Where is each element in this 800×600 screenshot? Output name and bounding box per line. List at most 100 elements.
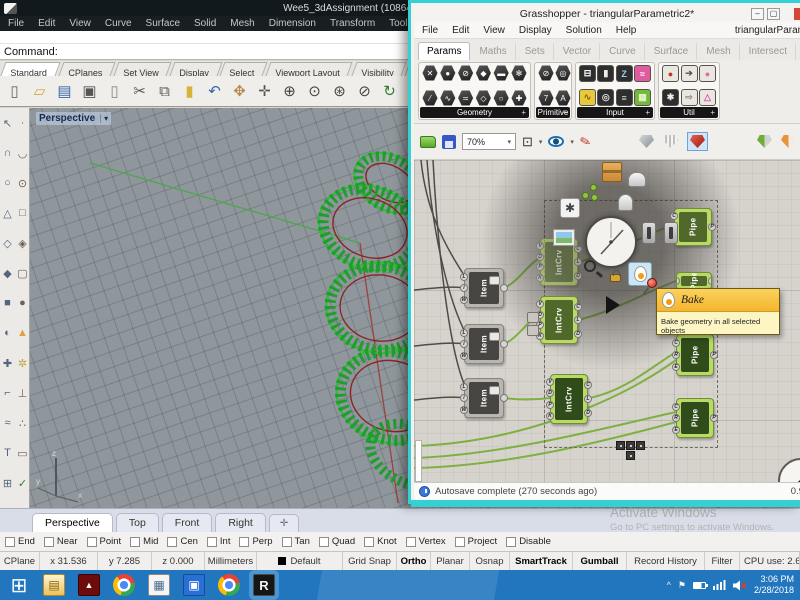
gh-menu-file[interactable]: File [422, 25, 438, 36]
input-nub[interactable]: W [460, 351, 468, 360]
tray-expand-icon[interactable]: ^ [667, 580, 671, 590]
input-nub[interactable]: R [672, 414, 680, 422]
rhino-menu-transform[interactable]: Transform [330, 18, 375, 29]
component-interpolate-curve-3[interactable]: VDPK IntCrv CLD [546, 374, 592, 424]
toolbar-tab-select[interactable]: Select [219, 62, 269, 78]
data-recorder-icon[interactable]: ➔ [680, 65, 698, 82]
selection-handle[interactable] [626, 451, 635, 460]
group-label-input[interactable]: Input + [577, 107, 653, 118]
status-filter[interactable]: Filter [705, 552, 740, 570]
loft-icon[interactable]: ▢ [15, 258, 30, 288]
box-icon[interactable]: ■ [0, 288, 15, 318]
status-osnap[interactable]: Osnap [470, 552, 510, 570]
toolbar-tab-set-view[interactable]: Set View [113, 62, 172, 78]
gh-tab-mesh[interactable]: Mesh [698, 43, 740, 60]
print-icon[interactable]: ▣ [79, 81, 100, 102]
chrome-icon-2[interactable] [218, 574, 240, 596]
input-nub[interactable]: W [460, 405, 468, 414]
input-nub[interactable]: i [460, 340, 468, 348]
view-tab-front[interactable]: Front [161, 513, 213, 532]
input-nub[interactable] [677, 277, 680, 285]
osnap-cen[interactable]: Cen [167, 536, 198, 547]
save-document-icon[interactable] [442, 134, 456, 149]
gh-tab-intersect[interactable]: Intersect [741, 43, 797, 60]
gh-tab-sets[interactable]: Sets [517, 43, 554, 60]
curve-tools-icon[interactable]: ◈ [15, 228, 30, 258]
control-curve-icon[interactable]: ◡ [15, 138, 30, 168]
gh-file-browser[interactable]: triangularParam [735, 25, 800, 36]
osnap-mid-checkbox[interactable] [130, 536, 141, 547]
osnap-tan[interactable]: Tan [281, 536, 310, 547]
zoom-defaults-icon[interactable]: ⊡ [522, 134, 533, 150]
output-nub[interactable] [708, 277, 711, 285]
relay-node[interactable] [527, 312, 539, 323]
gh-menu-solution[interactable]: Solution [566, 25, 602, 36]
param-sphere-icon[interactable]: ○ [493, 90, 509, 106]
group-label-geometry[interactable]: Geometry + [420, 107, 529, 118]
osnap-vertex-checkbox[interactable] [405, 536, 416, 547]
component-interpolate-curve-1[interactable]: VDPK IntCrv CLD [536, 238, 582, 286]
input-nub[interactable]: W [460, 295, 468, 304]
play-solver-icon[interactable] [606, 296, 620, 314]
network-signal-icon[interactable] [712, 580, 726, 590]
output-nub[interactable]: D [584, 409, 592, 417]
input-nub[interactable]: R [672, 351, 680, 359]
output-nub[interactable] [500, 340, 508, 348]
input-nub[interactable]: E [672, 363, 680, 371]
explode-icon[interactable]: ✲ [15, 348, 30, 378]
cluster-icon[interactable]: ● [699, 65, 716, 82]
rhino-menu-file[interactable]: File [8, 18, 24, 29]
component-list-item-1[interactable]: LiW Item [460, 268, 508, 308]
save-icon[interactable]: ▤ [54, 81, 75, 102]
lock-solver-icon[interactable] [610, 270, 621, 282]
selection-handle[interactable] [616, 441, 625, 450]
toolbar-tab-viewport-layout[interactable]: Viewport Layout [265, 62, 354, 78]
osnap-int-checkbox[interactable] [206, 536, 217, 547]
open-document-icon[interactable] [420, 135, 436, 148]
block-icon[interactable]: ▭ [15, 438, 30, 468]
chrome-icon[interactable] [113, 574, 135, 596]
pin-icon[interactable] [647, 278, 657, 288]
knob-icon[interactable]: ◎ [597, 89, 615, 106]
output-nub[interactable]: L [584, 395, 592, 403]
status-gumball[interactable]: Gumball [573, 552, 627, 570]
param-number-icon[interactable]: 7 [538, 90, 554, 106]
input-nub[interactable]: i [460, 284, 468, 292]
point-icon[interactable]: ∙ [15, 108, 30, 138]
flask-icon[interactable]: △ [699, 89, 716, 106]
output-nub[interactable] [500, 284, 508, 292]
gh-menu-help[interactable]: Help [616, 25, 637, 36]
rhino-menu-view[interactable]: View [69, 18, 91, 29]
pan-hand-icon[interactable]: ✥ [229, 81, 250, 102]
ellipse-icon[interactable]: ⊙ [15, 168, 30, 198]
cut-icon[interactable]: ✂ [129, 81, 150, 102]
component-pipe-4[interactable]: CRE Pipe P [672, 398, 718, 438]
arc-icon[interactable]: △ [0, 198, 15, 228]
circle-icon[interactable]: ○ [0, 168, 15, 198]
gh-tab-surface[interactable]: Surface [646, 43, 698, 60]
view-tab-top[interactable]: Top [115, 513, 159, 532]
gh-tab-params[interactable]: Params [418, 42, 471, 60]
output-nub[interactable]: D [574, 271, 582, 280]
action-center-flag-icon[interactable]: ⚑ [678, 580, 686, 591]
preview-eye-icon[interactable] [548, 136, 565, 147]
param-mesh-icon[interactable]: ✻ [511, 65, 527, 81]
new-file-icon[interactable]: ▯ [4, 81, 25, 102]
status-layer[interactable]: Default [257, 552, 343, 570]
gh-menu-edit[interactable]: Edit [452, 25, 469, 36]
status-grid-snap[interactable]: Grid Snap [343, 552, 397, 570]
rhino-menu-surface[interactable]: Surface [146, 18, 180, 29]
open-file-icon[interactable]: ▱ [29, 81, 50, 102]
points-on-icon[interactable]: ∴ [15, 408, 30, 438]
preview-helmet-icon[interactable] [628, 172, 646, 187]
surface-icon[interactable]: ◆ [0, 258, 15, 288]
taskbar-clock[interactable]: 3:06 PM 2/28/2018 [754, 574, 798, 596]
input-nub[interactable]: V [546, 378, 554, 387]
zoom-widget[interactable] [489, 332, 500, 341]
jump-icon[interactable]: ⇨ [680, 89, 698, 106]
settings-gear-icon[interactable]: ✱ [560, 198, 580, 218]
battery-icon[interactable] [692, 581, 708, 589]
close-button[interactable] [794, 8, 800, 20]
group-label-primitive[interactable]: Primitive + [536, 107, 570, 118]
osnap-disable-checkbox[interactable] [506, 536, 517, 547]
